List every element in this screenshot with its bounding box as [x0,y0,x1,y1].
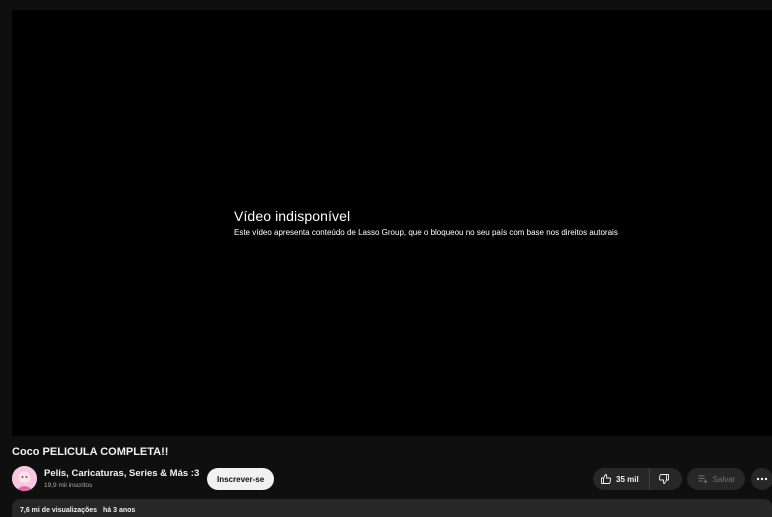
like-button[interactable]: 35 mil [593,468,650,490]
video-title: Coco PELICULA COMPLETA!! [12,446,169,458]
channel-avatar[interactable] [12,466,37,491]
description-box[interactable]: 7,6 mi de visualizações há 3 anos [12,499,772,517]
dislike-icon [658,473,670,485]
error-title: Vídeo indisponível [234,208,351,224]
subscriber-count: 19,9 mil inscritos [44,482,93,489]
error-subtitle: Este vídeo apresenta conteúdo de Lasso G… [234,228,618,237]
like-dislike-group: 35 mil [593,468,682,490]
channel-name[interactable]: Pelis, Caricaturas, Series & Más :3 [44,468,199,479]
more-actions-button[interactable] [751,468,772,490]
save-icon [697,473,709,485]
save-button[interactable]: Salvar [687,468,745,490]
like-count: 35 mil [616,474,639,484]
error-message-box: Vídeo indisponível Este vídeo apresenta … [234,208,618,238]
like-icon [600,473,612,485]
subscribe-button[interactable]: Inscrever-se [207,468,275,490]
channel-row: Pelis, Caricaturas, Series & Más :3 19,9… [12,466,772,492]
dislike-button[interactable] [650,468,678,490]
upload-age: há 3 anos [103,507,136,514]
more-icon [756,477,768,481]
watch-page: Vídeo indisponível Este vídeo apresenta … [0,0,772,517]
video-player[interactable]: Vídeo indisponível Este vídeo apresenta … [12,10,772,436]
view-count: 7,6 mi de visualizações [20,507,98,514]
save-label: Salvar [712,474,736,484]
